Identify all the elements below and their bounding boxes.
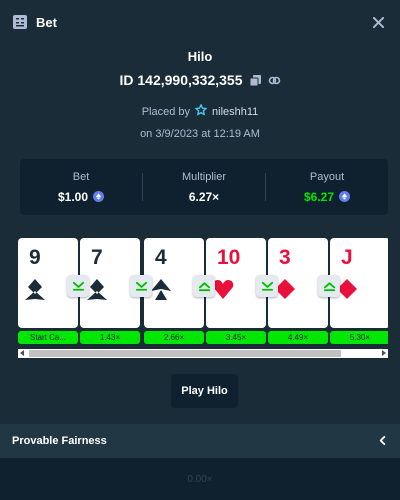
vip-star-icon (195, 104, 207, 119)
stat-bet: Bet $1.00 (20, 159, 142, 215)
stat-multiplier-value: 6.27× (188, 189, 220, 204)
close-icon[interactable] (370, 14, 386, 30)
username-link[interactable]: nileshh11 (212, 106, 258, 118)
stat-bet-value-group: $1.00 (57, 189, 105, 204)
card-multiplier: Start Ca... (18, 331, 78, 344)
scroll-left-arrow-icon[interactable] (20, 350, 24, 356)
stat-payout-value-group: $6.27 (303, 189, 351, 204)
game-name: Hilo (187, 49, 213, 64)
placed-by-row: Placed by nileshh11 (0, 104, 400, 119)
bottom-bar: 0.00× (0, 458, 400, 500)
card-rank: 9 (29, 246, 41, 269)
ethereum-icon (339, 191, 351, 202)
card-rank: 10 (217, 246, 241, 269)
card-rank: J (341, 246, 353, 269)
stat-payout: Payout $6.27 (266, 159, 388, 215)
bet-receipt-icon (12, 14, 28, 30)
higher-or-same-icon (318, 275, 340, 297)
chevron-left-icon (378, 432, 387, 450)
stat-bet-value: $1.00 (57, 189, 89, 204)
bet-id: ID 142,990,332,355 (119, 72, 243, 88)
provable-fairness-label: Provable Fairness (12, 435, 107, 447)
ethereum-icon (93, 191, 105, 202)
bottom-multiplier: 0.00× (187, 473, 213, 485)
card-multiplier: 5.30× (330, 331, 388, 344)
lower-or-same-icon (67, 275, 89, 297)
bet-stats-panel: Bet $1.00 Multiplier 6.27× Payout $6.27 (20, 159, 388, 215)
higher-or-same-icon (193, 275, 215, 297)
stat-bet-label: Bet (72, 170, 90, 183)
copy-icon[interactable] (249, 74, 262, 87)
card-rank: 4 (155, 246, 167, 269)
stat-payout-value: $6.27 (303, 189, 335, 204)
provable-fairness-toggle[interactable]: Provable Fairness (0, 424, 400, 458)
scrollbar-thumb[interactable] (29, 350, 341, 357)
stat-multiplier: Multiplier 6.27× (143, 159, 265, 215)
spade-suit-icon (150, 278, 172, 300)
lower-or-same-icon (256, 275, 278, 297)
lower-or-same-icon (130, 275, 152, 297)
card-multiplier: 1.43× (80, 331, 140, 344)
card-multiplier: 4.49× (268, 331, 328, 344)
heart-suit-icon (212, 278, 234, 300)
placed-by-label: Placed by (141, 105, 191, 118)
scroll-right-arrow-icon[interactable] (382, 350, 386, 356)
header-title-group: Bet (12, 14, 57, 30)
cards-horizontal-scrollbar[interactable] (18, 349, 388, 358)
card-rank: 3 (279, 246, 291, 269)
link-icon[interactable] (268, 74, 281, 87)
club-suit-icon (86, 278, 108, 300)
bet-date: on 3/9/2023 at 12:19 AM (140, 128, 260, 140)
club-suit-icon (24, 278, 46, 300)
modal-header: Bet (0, 0, 400, 44)
stat-payout-label: Payout (309, 170, 345, 183)
card-multiplier: 2.66× (144, 331, 204, 344)
card-history: 9 Start Ca... 7 1.43× 4 2.66× 10 3.45× 3… (18, 238, 388, 362)
bet-id-row: ID 142,990,332,355 (0, 72, 400, 88)
play-hilo-button[interactable]: Play Hilo (171, 374, 238, 408)
modal-title: Bet (36, 14, 57, 30)
card-rank: 7 (91, 246, 103, 269)
stat-multiplier-label: Multiplier (181, 170, 226, 183)
card-multiplier: 3.45× (206, 331, 266, 344)
